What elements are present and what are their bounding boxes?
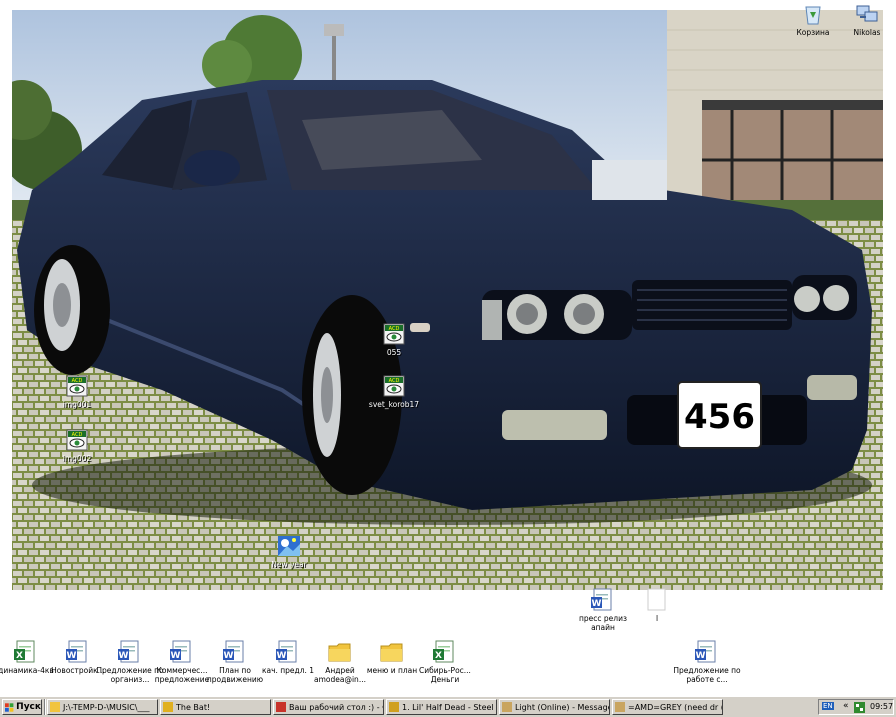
player-icon — [389, 702, 399, 712]
clock[interactable]: 09:57 — [870, 702, 893, 711]
image-file-icon: ACD — [383, 375, 405, 397]
wallpaper-car-photo: 456 — [12, 10, 883, 590]
image-file-icon: ACD — [66, 375, 88, 397]
desktop-icon-label: Предложение по работе с... — [673, 666, 741, 684]
start-button[interactable]: Пуск — [2, 699, 42, 715]
desktop-icon-label: l — [655, 614, 659, 623]
desktop-icon-label: img001 — [62, 400, 92, 409]
svg-text:W: W — [224, 651, 234, 661]
word-file-icon: W — [591, 588, 612, 611]
blankdoc-file-icon — [647, 588, 666, 611]
system-tray: EN « 09:57 — [818, 699, 894, 715]
taskbar-button[interactable]: The Bat! — [160, 699, 271, 715]
desktop-icon-blank[interactable]: l — [620, 588, 694, 623]
svg-text:W: W — [119, 651, 129, 661]
taskbar-button[interactable]: 1. Lil' Half Dead - Steel O... — [386, 699, 497, 715]
desktop-icon-svet[interactable]: ACD svet_korob17 — [357, 374, 431, 409]
taskbar-button[interactable]: =AMD=GREY (need dr (... — [612, 699, 723, 715]
word-file-icon: W — [66, 640, 87, 663]
word-file-icon: W — [276, 640, 297, 663]
svg-text:ACD: ACD — [72, 432, 83, 438]
taskbar-button-label: =AMD=GREY (need dr (... — [628, 702, 723, 712]
language-indicator[interactable]: EN — [822, 702, 834, 710]
excel-file-icon: X — [14, 640, 35, 663]
svg-text:ACD: ACD — [389, 326, 400, 332]
desktop-icon-predlozh2[interactable]: W Предложение по работе с... — [670, 640, 744, 684]
recycle-file-icon — [805, 6, 821, 25]
start-label: Пуск — [16, 702, 41, 712]
taskbar-button-label: Ваш рабочий стол :) - Ф... — [289, 702, 383, 712]
desktop-icon-label: 055 — [386, 348, 402, 357]
svg-text:W: W — [277, 651, 287, 661]
svg-text:X: X — [16, 651, 23, 661]
desktop-icon-img055[interactable]: ACD 055 — [357, 322, 431, 357]
svg-text:W: W — [67, 651, 77, 661]
taskbar: Пуск J:\-TEMP-D-\MUSIC\___ The Bat! Ваш ра… — [0, 696, 896, 717]
taskbar-separator — [44, 699, 46, 715]
taskbar-button-label: Light (Online) - Message ... — [515, 702, 610, 712]
desktop-icon-label: img002 — [62, 454, 92, 463]
taskbar-button[interactable]: Ваш рабочий стол :) - Ф... — [273, 699, 384, 715]
bat-icon — [163, 702, 173, 712]
taskbar-button[interactable]: Light (Online) - Message ... — [499, 699, 610, 715]
svg-text:W: W — [592, 599, 602, 609]
desktop-icon-sibir[interactable]: X Сибирь-Рос... Деньги — [408, 640, 482, 684]
desktop-icon-newyear[interactable]: New year — [252, 534, 326, 569]
word-file-icon: W — [170, 640, 191, 663]
browser-icon — [276, 702, 286, 712]
svg-text:X: X — [435, 651, 442, 661]
tray-expand-arrows[interactable]: « — [843, 701, 849, 711]
folder-file-icon — [328, 643, 351, 662]
svg-text:W: W — [171, 651, 181, 661]
desktop-icon-label: New year — [271, 560, 307, 569]
desktop-icon-label: Сибирь-Рос... Деньги — [419, 666, 471, 684]
excel-file-icon: X — [433, 640, 454, 663]
chat-icon — [615, 702, 625, 712]
image-file-icon: ACD — [66, 429, 88, 451]
taskbar-button[interactable]: J:\-TEMP-D-\MUSIC\___ — [47, 699, 158, 715]
taskbar-button-label: J:\-TEMP-D-\MUSIC\___ — [63, 702, 150, 712]
word-file-icon: W — [695, 640, 716, 663]
desktop-icon-network[interactable]: Nikolas — [830, 2, 896, 37]
desktop: 456 Корзина Nikolas ACD 055 ACD img001 ACD svet… — [0, 0, 896, 696]
folder-icon — [50, 702, 60, 712]
svg-text:W: W — [696, 651, 706, 661]
windows-logo-icon — [5, 702, 14, 712]
svg-text:ACD: ACD — [389, 378, 400, 384]
word-file-icon: W — [223, 640, 244, 663]
network-tray-icon[interactable] — [854, 702, 865, 713]
desktop-icon-label: Nikolas — [853, 28, 881, 37]
svg-text:ACD: ACD — [72, 378, 83, 384]
folder-file-icon — [380, 643, 403, 662]
desktop-icon-img002[interactable]: ACD img002 — [40, 428, 114, 463]
picture-file-icon — [278, 536, 300, 556]
image-file-icon: ACD — [383, 323, 405, 345]
chat-icon — [502, 702, 512, 712]
desktop-icon-label: svet_korob17 — [368, 400, 420, 409]
network-file-icon — [856, 5, 878, 22]
taskbar-button-label: The Bat! — [176, 702, 211, 712]
license-plate-number: 456 — [684, 397, 755, 437]
desktop-icon-img001[interactable]: ACD img001 — [40, 374, 114, 409]
taskbar-button-label: 1. Lil' Half Dead - Steel O... — [402, 702, 496, 712]
word-file-icon: W — [118, 640, 139, 663]
